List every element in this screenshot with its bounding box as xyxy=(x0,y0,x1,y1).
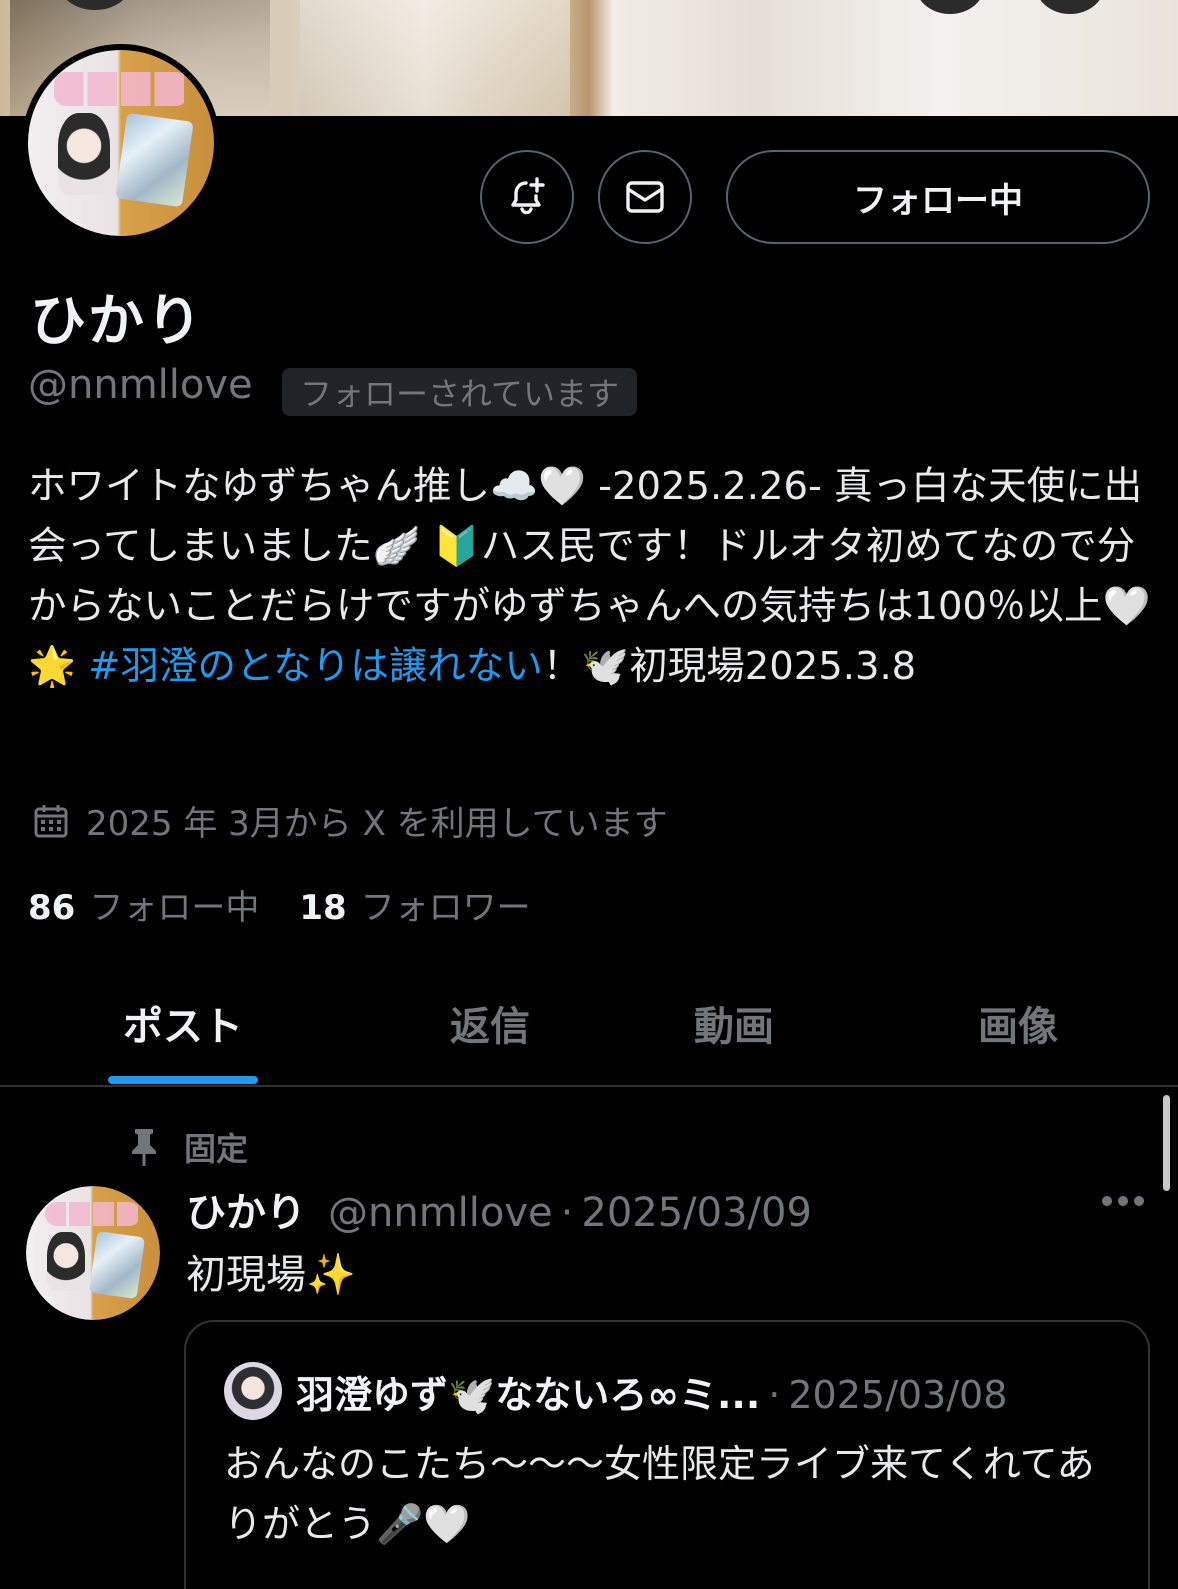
scrollbar[interactable] xyxy=(1163,1095,1170,1191)
tab-replies[interactable]: 返信 xyxy=(382,960,598,1086)
calendar-icon xyxy=(34,804,68,837)
joined-text: 2025 年 3月から X を利用しています xyxy=(86,804,668,844)
profile-tabs: ポスト 返信 動画 画像 xyxy=(0,960,1178,1086)
joined-date: 2025 年 3月から X を利用しています xyxy=(32,796,668,845)
post-header: ひかり @nnmllove · 2025/03/09 xyxy=(186,1180,812,1238)
separator-dot: · xyxy=(768,1373,781,1417)
profile-name: ひかり xyxy=(30,289,204,354)
envelope-icon xyxy=(626,181,664,213)
post-author-name[interactable]: ひかり xyxy=(186,1180,306,1238)
pinned-label: 固定 xyxy=(126,1124,248,1170)
pin-icon xyxy=(132,1129,156,1166)
quoted-post-date: 2025/03/08 xyxy=(788,1373,1008,1417)
separator-dot: · xyxy=(560,1190,574,1236)
following-link[interactable]: 86 フォロー中 xyxy=(28,880,259,929)
profile-handle: @nnmllove xyxy=(28,362,253,408)
notify-button[interactable] xyxy=(480,150,574,244)
tabs-divider xyxy=(0,1085,1178,1087)
active-tab-indicator xyxy=(108,1076,258,1084)
follows-you-badge: フォローされています xyxy=(282,368,638,416)
follow-stats: 86 フォロー中 18 フォロワー xyxy=(28,880,531,929)
post-date[interactable]: 2025/03/09 xyxy=(581,1190,812,1236)
pinned-text: 固定 xyxy=(184,1130,249,1168)
tab-videos[interactable]: 動画 xyxy=(626,960,842,1086)
following-count: 86 xyxy=(28,888,76,928)
following-button[interactable]: フォロー中 xyxy=(726,150,1150,244)
bio-hashtag-link[interactable]: #羽澄のとなりは譲れない xyxy=(88,644,543,689)
followers-count: 18 xyxy=(299,888,347,928)
quoted-post-text: おんなのこたち〜〜〜女性限定ライブ来てくれてありがとう🎤🤍 xyxy=(224,1442,1095,1546)
following-label: フォロー中 xyxy=(89,888,260,928)
post-author-avatar[interactable] xyxy=(26,1186,160,1320)
profile-bio: ホワイトなゆずちゃん推し☁️🤍 -2025.2.26- 真っ白な天使に出会ってし… xyxy=(28,457,1158,697)
quoted-post-header: 羽澄ゆず🕊️なないろ∞ミ... · 2025/03/08 xyxy=(296,1364,1007,1419)
profile-avatar[interactable] xyxy=(22,44,220,242)
quoted-post[interactable]: 羽澄ゆず🕊️なないろ∞ミ... · 2025/03/08 おんなのこたち〜〜〜女… xyxy=(184,1320,1150,1589)
quoted-author-avatar xyxy=(224,1362,282,1420)
followers-link[interactable]: 18 フォロワー xyxy=(299,880,530,929)
more-icon[interactable] xyxy=(1102,1196,1144,1206)
post-text: 初現場✨ xyxy=(186,1252,356,1298)
post-author-handle[interactable]: @nnmllove xyxy=(328,1190,553,1236)
followers-label: フォロワー xyxy=(360,888,531,928)
tab-posts[interactable]: ポスト xyxy=(60,960,306,1086)
quoted-author-name: 羽澄ゆず🕊️なないろ∞ミ... xyxy=(296,1373,761,1417)
bio-text-end: ！🕊️初現場2025.3.8 xyxy=(542,644,917,689)
message-button[interactable] xyxy=(598,150,692,244)
bell-plus-icon xyxy=(511,177,545,215)
tab-images[interactable]: 画像 xyxy=(910,960,1126,1086)
